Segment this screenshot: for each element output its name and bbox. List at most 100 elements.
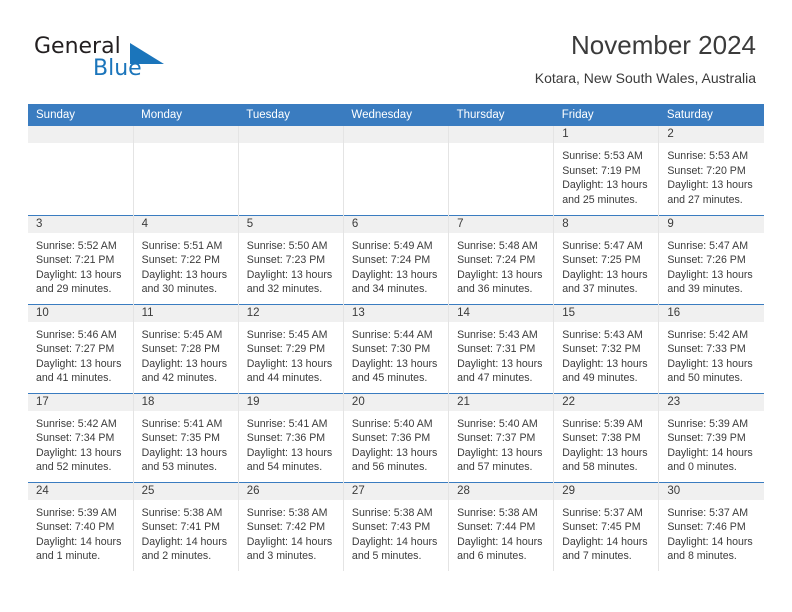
sunrise-text: Sunrise: 5:42 AM	[36, 417, 117, 430]
day-details: Sunrise: 5:47 AM Sunset: 7:26 PM Daylight:…	[659, 233, 764, 297]
daylight-text-line1: Daylight: 13 hours	[351, 268, 438, 281]
day-details: Sunrise: 5:49 AM Sunset: 7:24 PM Daylight:…	[344, 233, 448, 297]
day-number: 10	[28, 304, 133, 322]
calendar-day-cell[interactable]: 11 Sunrise: 5:45 AM Sunset: 7:28 PM Dayligh…	[133, 303, 239, 393]
day-details: Sunrise: 5:47 AM Sunset: 7:25 PM Daylight:…	[554, 233, 658, 297]
calendar-day-cell[interactable]: 7 Sunrise: 5:48 AM Sunset: 7:24 PM Daylight…	[448, 214, 555, 304]
calendar-day-cell[interactable]: 3 Sunrise: 5:52 AM Sunset: 7:21 PM Daylight…	[28, 214, 134, 304]
daylight-text-line2: and 27 minutes.	[667, 193, 743, 206]
calendar-day-cell[interactable]: 17 Sunrise: 5:42 AM Sunset: 7:34 PM Dayligh…	[28, 392, 134, 482]
calendar-day-cell[interactable]: 9 Sunrise: 5:47 AM Sunset: 7:26 PM Daylight…	[658, 214, 764, 304]
calendar-page: General Blue November 2024 Kotara, New S…	[0, 0, 792, 612]
calendar-day-cell[interactable]: 26 Sunrise: 5:38 AM Sunset: 7:42 PM Dayligh…	[238, 481, 344, 571]
sunset-text: Sunset: 7:23 PM	[246, 254, 326, 266]
daylight-text-line2: and 39 minutes.	[667, 283, 743, 295]
daylight-text-line2: and 58 minutes.	[562, 461, 638, 473]
calendar-day-cell[interactable]: 16 Sunrise: 5:42 AM Sunset: 7:33 PM Dayligh…	[658, 303, 764, 393]
weekday-header-wednesday: Wednesday	[343, 104, 449, 126]
calendar-cell-empty	[343, 126, 450, 215]
calendar-day-cell[interactable]: 18 Sunrise: 5:41 AM Sunset: 7:35 PM Dayligh…	[133, 392, 239, 482]
day-details: Sunrise: 5:53 AM Sunset: 7:19 PM Daylight:…	[554, 143, 658, 207]
calendar-day-cell[interactable]: 1 Sunrise: 5:53 AM Sunset: 7:19 PM Daylight…	[553, 126, 660, 215]
day-number: 20	[343, 393, 449, 411]
calendar-day-cell[interactable]: 10 Sunrise: 5:46 AM Sunset: 7:27 PM Dayligh…	[28, 303, 134, 393]
sunset-text: Sunset: 7:30 PM	[351, 343, 431, 355]
sunrise-text: Sunrise: 5:41 AM	[141, 417, 223, 430]
calendar-day-cell[interactable]: 28 Sunrise: 5:38 AM Sunset: 7:44 PM Dayligh…	[448, 481, 555, 571]
sunset-text: Sunset: 7:39 PM	[667, 432, 746, 444]
daylight-text-line1: Daylight: 13 hours	[36, 268, 122, 281]
day-number: 13	[343, 304, 449, 322]
calendar-day-cell[interactable]: 23 Sunrise: 5:39 AM Sunset: 7:39 PM Dayligh…	[658, 392, 764, 482]
daylight-text-line1: Daylight: 13 hours	[141, 446, 228, 459]
daylight-text-line2: and 32 minutes.	[246, 283, 323, 295]
day-number	[133, 126, 238, 143]
day-number: 27	[343, 482, 449, 500]
sunset-text: Sunset: 7:37 PM	[457, 432, 536, 444]
sunrise-text: Sunrise: 5:51 AM	[141, 239, 223, 252]
daylight-text-line1: Daylight: 13 hours	[562, 268, 648, 281]
daylight-text-line1: Daylight: 13 hours	[141, 357, 228, 370]
daylight-text-line2: and 0 minutes.	[667, 461, 737, 473]
daylight-text-line2: and 34 minutes.	[351, 283, 428, 295]
day-number: 9	[659, 215, 764, 233]
day-number: 19	[238, 393, 343, 411]
daylight-text-line1: Daylight: 13 hours	[667, 179, 753, 191]
calendar-day-cell[interactable]: 27 Sunrise: 5:38 AM Sunset: 7:43 PM Dayligh…	[343, 481, 450, 571]
calendar-day-cell[interactable]: 15 Sunrise: 5:43 AM Sunset: 7:32 PM Dayligh…	[553, 303, 660, 393]
sunset-text: Sunset: 7:31 PM	[457, 343, 536, 355]
calendar-day-cell[interactable]: 30 Sunrise: 5:37 AM Sunset: 7:46 PM Dayligh…	[658, 481, 764, 571]
day-details: Sunrise: 5:41 AM Sunset: 7:35 PM Daylight:…	[134, 411, 238, 475]
sunrise-text: Sunrise: 5:53 AM	[667, 150, 749, 162]
calendar-day-cell[interactable]: 12 Sunrise: 5:45 AM Sunset: 7:29 PM Dayligh…	[238, 303, 344, 393]
daylight-text-line1: Daylight: 13 hours	[457, 357, 543, 370]
day-number: 4	[133, 215, 238, 233]
calendar-day-cell[interactable]: 22 Sunrise: 5:39 AM Sunset: 7:38 PM Dayligh…	[553, 392, 660, 482]
calendar-day-cell[interactable]: 25 Sunrise: 5:38 AM Sunset: 7:41 PM Dayligh…	[133, 481, 239, 571]
daylight-text-line1: Daylight: 13 hours	[457, 446, 543, 459]
daylight-text-line1: Daylight: 13 hours	[246, 446, 333, 459]
calendar-day-cell[interactable]: 14 Sunrise: 5:43 AM Sunset: 7:31 PM Dayligh…	[448, 303, 555, 393]
day-number	[343, 126, 449, 143]
day-number: 17	[28, 393, 133, 411]
sunset-text: Sunset: 7:20 PM	[667, 164, 746, 177]
daylight-text-line2: and 1 minute.	[36, 550, 101, 562]
calendar-day-cell[interactable]: 4 Sunrise: 5:51 AM Sunset: 7:22 PM Daylight…	[133, 214, 239, 304]
day-number: 16	[659, 304, 764, 322]
day-number: 14	[449, 304, 554, 322]
calendar-day-cell[interactable]: 8 Sunrise: 5:47 AM Sunset: 7:25 PM Daylight…	[553, 214, 660, 304]
sunrise-text: Sunrise: 5:43 AM	[457, 328, 538, 341]
calendar-day-cell[interactable]: 2 Sunrise: 5:53 AM Sunset: 7:20 PM Daylight…	[659, 126, 764, 215]
calendar-day-cell[interactable]: 21 Sunrise: 5:40 AM Sunset: 7:37 PM Dayligh…	[448, 392, 555, 482]
calendar-day-cell[interactable]: 19 Sunrise: 5:41 AM Sunset: 7:36 PM Dayligh…	[238, 392, 344, 482]
calendar-day-cell[interactable]: 6 Sunrise: 5:49 AM Sunset: 7:24 PM Daylight…	[343, 214, 450, 304]
daylight-text-line1: Daylight: 14 hours	[246, 535, 333, 548]
sunset-text: Sunset: 7:25 PM	[562, 254, 641, 266]
daylight-text-line2: and 45 minutes.	[351, 372, 428, 384]
sunset-text: Sunset: 7:22 PM	[141, 254, 220, 266]
calendar-day-cell[interactable]: 5 Sunrise: 5:50 AM Sunset: 7:23 PM Daylight…	[238, 214, 344, 304]
daylight-text-line1: Daylight: 13 hours	[562, 179, 648, 191]
calendar-week-row: 1 Sunrise: 5:53 AM Sunset: 7:19 PM Daylight…	[28, 126, 764, 215]
sunrise-text: Sunrise: 5:37 AM	[562, 506, 643, 519]
logo[interactable]: General Blue	[34, 34, 214, 86]
day-details: Sunrise: 5:39 AM Sunset: 7:40 PM Daylight:…	[28, 500, 133, 564]
calendar-day-cell[interactable]: 20 Sunrise: 5:40 AM Sunset: 7:36 PM Dayligh…	[343, 392, 450, 482]
sunrise-text: Sunrise: 5:39 AM	[562, 417, 643, 430]
day-number: 15	[554, 304, 659, 322]
daylight-text-line2: and 41 minutes.	[36, 372, 112, 384]
page-title: November 2024	[571, 30, 756, 60]
day-details: Sunrise: 5:42 AM Sunset: 7:34 PM Daylight:…	[28, 411, 133, 475]
daylight-text-line1: Daylight: 13 hours	[667, 357, 753, 370]
daylight-text-line2: and 52 minutes.	[36, 461, 112, 473]
day-details: Sunrise: 5:52 AM Sunset: 7:21 PM Daylight:…	[28, 233, 133, 297]
sunset-text: Sunset: 7:42 PM	[246, 521, 326, 533]
daylight-text-line1: Daylight: 13 hours	[246, 268, 333, 281]
sunrise-text: Sunrise: 5:43 AM	[562, 328, 643, 341]
calendar-day-cell[interactable]: 24 Sunrise: 5:39 AM Sunset: 7:40 PM Dayligh…	[28, 481, 134, 571]
calendar-cell-empty	[448, 126, 555, 215]
calendar-day-cell[interactable]: 29 Sunrise: 5:37 AM Sunset: 7:45 PM Dayligh…	[553, 481, 660, 571]
daylight-text-line2: and 25 minutes.	[562, 193, 638, 206]
calendar-day-cell[interactable]: 13 Sunrise: 5:44 AM Sunset: 7:30 PM Dayligh…	[343, 303, 450, 393]
day-number: 7	[449, 215, 554, 233]
